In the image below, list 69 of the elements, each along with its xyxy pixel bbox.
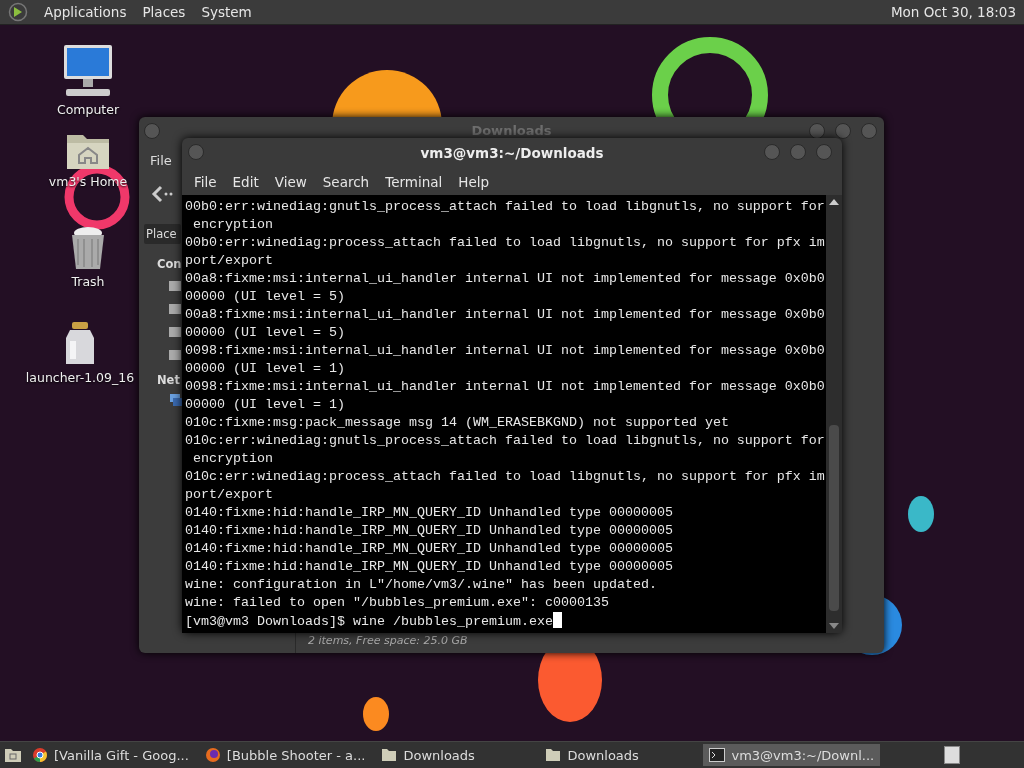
window-title: vm3@vm3:~/Downloads: [420, 145, 604, 161]
terminal-line: encryption: [192, 216, 274, 234]
wallpaper-circle: [363, 697, 389, 731]
terminal-line: 0140:fixme:hid:handle_IRP_MN_QUERY_ID Unhandled type 00000005: [185, 522, 674, 540]
status-bar-text: 2 items, Free space: 25.0 GB: [308, 634, 468, 647]
clock[interactable]: Mon Oct 30, 18:03: [890, 4, 1016, 20]
menu-item[interactable]: View: [266, 173, 315, 190]
taskbar-button[interactable]: [Bubble Shooter - a...: [198, 744, 372, 766]
sidebar-heading: Net: [157, 373, 180, 387]
browser-icon: [32, 747, 48, 763]
taskbar-button[interactable]: Downloads: [375, 744, 536, 766]
back-arrow-icon[interactable]: [151, 185, 173, 203]
terminal-line: 0140:fixme:hid:handle_IRP_MN_QUERY_ID Unhandled type 00000005: [185, 558, 674, 576]
terminal-line: 010c:err:winediag:gnutls_process_attach failed to load libgnutls, no support for: [185, 432, 826, 450]
terminal-line: 00a8:fixme:msi:internal_ui_handler internal UI not implemented for message 0x0b0: [185, 306, 826, 324]
menu-item[interactable]: File: [186, 173, 225, 190]
terminal-line: 0140:fixme:hid:handle_IRP_MN_QUERY_ID Unhandled type 00000005: [185, 504, 674, 522]
menu-item[interactable]: Help: [450, 173, 498, 190]
folder-icon: [381, 748, 398, 762]
terminal-line: 00000 (UI level = 5): [185, 324, 346, 342]
terminal-line: wine: configuration in L"/home/vm3/.wine" has been updated.: [185, 576, 658, 594]
menu-item[interactable]: File: [150, 153, 172, 168]
drive-icon[interactable]: [168, 348, 182, 362]
terminal-line: port/export: [185, 486, 274, 504]
menu-item[interactable]: Edit: [224, 173, 267, 190]
scroll-down-icon[interactable]: [829, 623, 839, 629]
desktop-icon-label[interactable]: Computer: [56, 102, 120, 117]
panel-menu[interactable]: Applications: [44, 4, 127, 20]
terminal-line: 010c:fixme:msg:pack_message msg 14 (WM_ERASEBKGND) not supported yet: [185, 414, 730, 432]
cursor: [552, 612, 562, 628]
desktop-icon-label[interactable]: launcher-1.09_16: [25, 370, 135, 385]
terminal-line: 0140:fixme:hid:handle_IRP_MN_QUERY_ID Unhandled type 00000005: [185, 540, 674, 558]
terminal-line: 00000 (UI level = 1): [185, 396, 346, 414]
terminal-line: port/export: [185, 252, 274, 270]
menu-item[interactable]: Terminal: [377, 173, 451, 190]
terminal-line: 00000 (UI level = 5): [185, 288, 346, 306]
taskbar-button[interactable]: vm3@vm3:~/Downl...: [703, 744, 881, 766]
browser-icon: [204, 747, 221, 763]
desktop-icon-label[interactable]: Trash: [71, 274, 105, 289]
taskbar-button[interactable]: Downloads: [539, 744, 700, 766]
panel-menu[interactable]: Places: [142, 4, 186, 20]
workspace-switcher[interactable]: [944, 746, 960, 764]
scroll-up-icon[interactable]: [829, 199, 839, 205]
scrollbar[interactable]: [826, 195, 842, 633]
menu-item[interactable]: Search: [314, 173, 378, 190]
logo-icon[interactable]: [8, 2, 28, 22]
folder-icon: [545, 748, 562, 762]
terminal-line: 00a8:fixme:msi:internal_ui_handler internal UI not implemented for message 0x0b0: [185, 270, 826, 288]
panel-menu[interactable]: System: [201, 4, 252, 20]
terminal-icon: [709, 748, 726, 762]
terminal-line: 0098:fixme:msi:internal_ui_handler internal UI not implemented for message 0x0b0: [185, 342, 826, 360]
sidebar-heading: Con: [157, 257, 182, 271]
drive-icon[interactable]: [168, 302, 182, 316]
network-icon[interactable]: [169, 393, 183, 407]
terminal-line: 00b0:err:winediag:gnutls_process_attach failed to load libgnutls, no support for: [185, 198, 826, 216]
terminal-line: 00b0:err:winediag:process_attach failed to load libgnutls, no support for pfx im: [185, 234, 826, 252]
places-button[interactable]: Place: [144, 224, 181, 244]
taskbar-button[interactable]: [Vanilla Gift - Goog...: [26, 744, 195, 766]
show-desktop-icon[interactable]: [4, 747, 22, 763]
terminal-line: 00000 (UI level = 1): [185, 360, 346, 378]
terminal-prompt: [vm3@vm3 Downloads]$ wine /bubbles_premium.exe: [185, 614, 553, 629]
wallpaper-circle: [908, 496, 934, 532]
drive-icon[interactable]: [168, 279, 182, 293]
terminal-line: encryption: [192, 450, 274, 468]
terminal-line: 010c:err:winediag:process_attach failed to load libgnutls, no support for pfx im: [185, 468, 826, 486]
computer-icon[interactable]: [62, 43, 114, 99]
terminal-line: 0098:fixme:msi:internal_ui_handler internal UI not implemented for message 0x0b0: [185, 378, 826, 396]
drive-icon[interactable]: [168, 325, 182, 339]
terminal-line: wine: failed to open "/bubbles_premium.exe": c0000135: [185, 594, 610, 612]
